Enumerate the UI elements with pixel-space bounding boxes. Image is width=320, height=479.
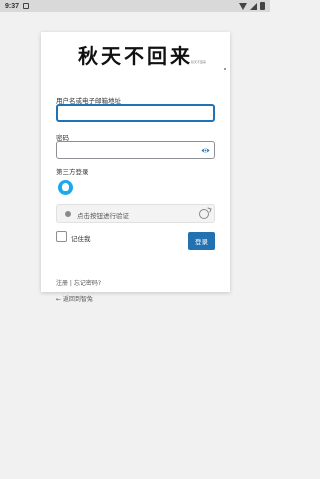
- verify-text: 点击按钮进行验证: [77, 212, 129, 220]
- status-time: 9:37: [5, 2, 20, 10]
- wifi-icon: [239, 2, 247, 10]
- login-card: 秋天不回来 秋天不回来 用户名或电子邮箱地址 密码 第三方登录 点击按钮进行验证…: [41, 32, 230, 303]
- login-button[interactable]: 登录: [188, 232, 215, 250]
- logo-dot: [224, 68, 226, 70]
- captcha-verify-button[interactable]: 点击按钮进行验证: [56, 204, 215, 223]
- register-link[interactable]: 注册: [56, 280, 68, 287]
- password-field[interactable]: [56, 141, 215, 159]
- status-icons: [239, 2, 265, 10]
- qq-icon[interactable]: [58, 180, 73, 195]
- username-field[interactable]: [56, 104, 215, 122]
- eye-icon[interactable]: [201, 146, 210, 155]
- refresh-icon[interactable]: [199, 209, 209, 219]
- remember-label: 记住我: [71, 235, 91, 243]
- verify-dot-icon: [65, 211, 71, 217]
- remember-checkbox[interactable]: [56, 231, 67, 242]
- footer-links: 注册 | 忘记密码?: [56, 278, 101, 287]
- back-link[interactable]: ← 返回到智兔: [56, 294, 93, 303]
- forgot-password-link[interactable]: 忘记密码?: [74, 280, 101, 287]
- signal-icon: [250, 2, 257, 10]
- notification-icon: [23, 3, 30, 9]
- logo-subtitle: 秋天不回来: [190, 60, 206, 64]
- status-bar: 9:37: [0, 0, 270, 12]
- third-party-label: 第三方登录: [56, 168, 89, 176]
- battery-icon: [260, 2, 265, 10]
